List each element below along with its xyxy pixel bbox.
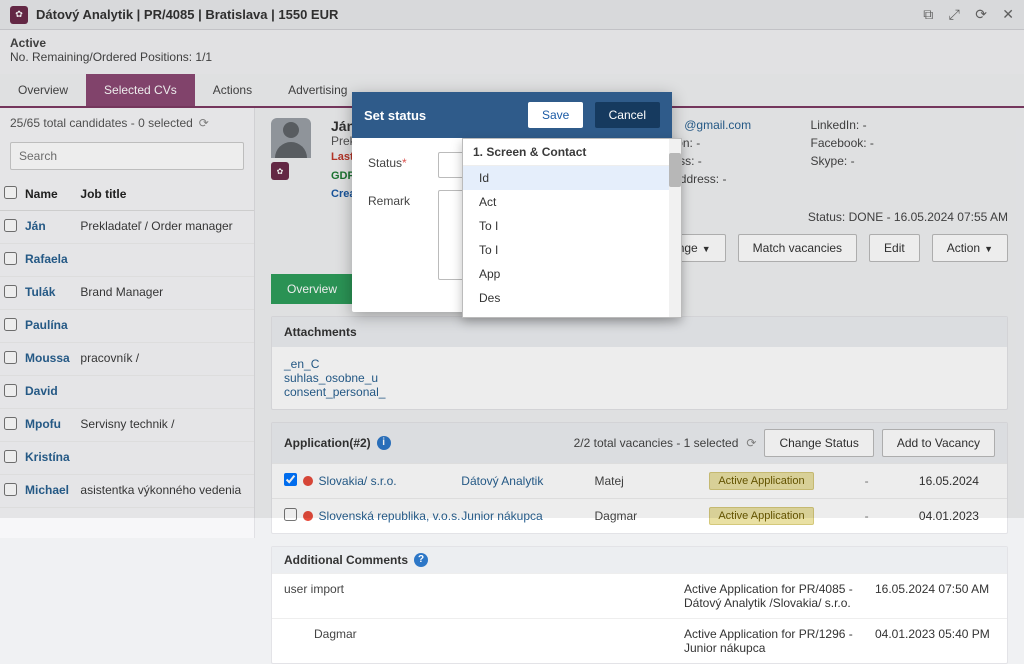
comments-section: Additional Comments? user import Active …	[271, 546, 1008, 664]
cancel-button[interactable]: Cancel	[595, 102, 660, 128]
dropdown-scrollbar[interactable]	[669, 139, 681, 317]
comments-title: Additional Comments	[284, 553, 408, 567]
comment-date: 16.05.2024 07:50 AM	[875, 582, 995, 610]
dropdown-item[interactable]: Act	[463, 190, 681, 214]
status-label: Status*	[368, 152, 438, 170]
status-dropdown: ▲ 1. Screen & Contact Id Act To I To I A…	[462, 138, 682, 318]
modal-title: Set status	[364, 108, 426, 123]
comment-row: user import Active Application for PR/40…	[272, 573, 1007, 618]
info-icon[interactable]: ?	[414, 553, 428, 567]
comment-date: 04.01.2023 05:40 PM	[875, 627, 995, 655]
remark-label: Remark	[368, 190, 438, 208]
dropdown-item[interactable]: Id	[463, 166, 681, 190]
dropdown-item[interactable]: App	[463, 262, 681, 286]
modal-overlay: Set status Save Cancel Status* Remark ▲ …	[0, 0, 1024, 518]
comment-author: user import	[284, 582, 684, 610]
dropdown-item[interactable]: To I	[463, 238, 681, 262]
comment-text: Active Application for PR/1296 - Junior …	[684, 627, 875, 655]
save-button[interactable]: Save	[528, 102, 583, 128]
dropdown-group-header: 1. Screen & Contact	[463, 139, 681, 166]
dropdown-item[interactable]: Des	[463, 286, 681, 310]
dropdown-item[interactable]: Ow	[463, 310, 681, 318]
dropdown-item[interactable]: To I	[463, 214, 681, 238]
comment-row: Dagmar Active Application for PR/1296 - …	[272, 618, 1007, 663]
comment-author: Dagmar	[284, 627, 684, 655]
comment-text: Active Application for PR/4085 - Dátový …	[684, 582, 875, 610]
